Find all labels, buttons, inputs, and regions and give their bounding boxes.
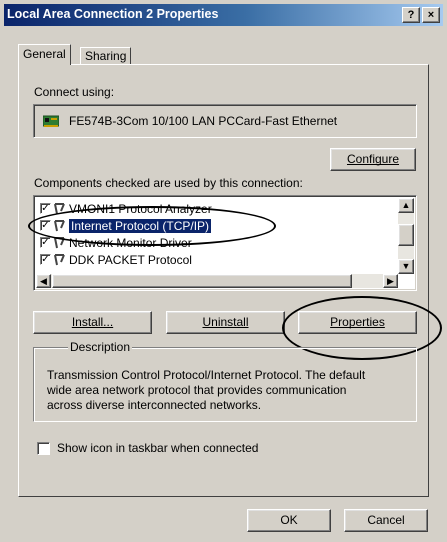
connect-using-label: Connect using: (34, 85, 115, 99)
properties-button-label: Properties (330, 315, 385, 329)
list-item-label: Internet Protocol (TCP/IP) (69, 219, 212, 233)
description-legend: Description (68, 340, 133, 354)
protocol-icon (52, 219, 68, 233)
scroll-right-icon[interactable]: ▶ (383, 274, 398, 288)
horizontal-scrollbar[interactable]: ◀ ▶ (36, 274, 398, 288)
properties-button[interactable]: Properties (298, 311, 417, 334)
checkbox-checked-icon[interactable]: ✓ (40, 220, 51, 231)
description-line-2: wide area network protocol that provides… (47, 383, 347, 397)
list-item-label: VMONI1 Protocol Analyzer (69, 202, 212, 216)
protocol-icon (52, 202, 68, 216)
window-title: Local Area Connection 2 Properties (7, 7, 219, 21)
uninstall-button-label: Uninstall (202, 315, 249, 329)
components-list[interactable]: ✓ VMONI1 Protocol Analyzer ✓ Internet Pr… (33, 195, 417, 291)
adapter-box: FE574B-3Com 10/100 LAN PCCard-Fast Ether… (33, 104, 417, 138)
configure-button[interactable]: Configure (330, 148, 416, 171)
protocol-icon (52, 253, 68, 267)
cancel-button[interactable]: Cancel (344, 509, 428, 532)
description-line-3: across diverse interconnected networks. (47, 398, 262, 412)
scroll-thumb-horizontal[interactable] (52, 274, 352, 288)
list-item-label: Network Monitor Driver (69, 236, 192, 250)
checkbox-checked-icon[interactable]: ✓ (40, 237, 51, 248)
network-card-icon (42, 115, 60, 127)
configure-button-label: Configure (346, 152, 400, 166)
scroll-thumb[interactable] (398, 224, 414, 246)
ok-button[interactable]: OK (247, 509, 331, 532)
help-button[interactable]: ? (402, 7, 420, 23)
uninstall-button[interactable]: Uninstall (166, 311, 285, 334)
title-bar[interactable]: Local Area Connection 2 Properties ? × (4, 4, 443, 26)
show-icon-checkbox[interactable] (37, 442, 50, 455)
checkbox-checked-icon[interactable]: ✓ (40, 254, 51, 265)
scroll-up-icon[interactable]: ▲ (398, 198, 414, 213)
list-item-label: DDK PACKET Protocol (69, 253, 192, 267)
tab-sharing-label: Sharing (85, 49, 127, 63)
install-button[interactable]: Install... (33, 311, 152, 334)
components-label: Components checked are used by this conn… (34, 176, 303, 190)
description-line-1: Transmission Control Protocol/Internet P… (47, 368, 366, 382)
checkbox-checked-icon[interactable]: ✓ (40, 203, 51, 214)
protocol-icon (52, 236, 68, 250)
properties-dialog: Local Area Connection 2 Properties ? × G… (0, 0, 447, 542)
description-group: Description Transmission Control Protoco… (33, 340, 417, 422)
show-icon-label: Show icon in taskbar when connected (57, 441, 259, 455)
scroll-left-icon[interactable]: ◀ (36, 274, 51, 288)
close-button[interactable]: × (422, 7, 440, 23)
tab-sharing[interactable]: Sharing (80, 47, 132, 64)
vertical-scrollbar[interactable]: ▲ ▼ (398, 198, 414, 274)
adapter-name: FE574B-3Com 10/100 LAN PCCard-Fast Ether… (69, 114, 338, 128)
scroll-down-icon[interactable]: ▼ (398, 259, 414, 274)
tab-general[interactable]: General (18, 44, 71, 65)
install-button-label: Install... (71, 315, 114, 329)
